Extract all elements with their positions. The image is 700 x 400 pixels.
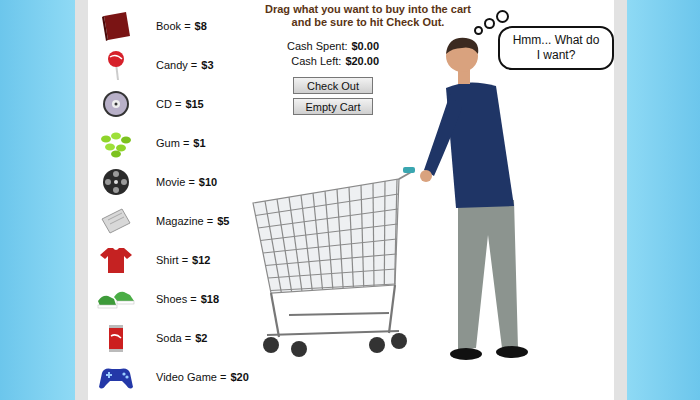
- item-price: $18: [201, 293, 219, 305]
- shopper-area: Hmm... What doI want?: [418, 30, 614, 400]
- cd-icon[interactable]: [96, 88, 136, 120]
- item-icon-box: [94, 127, 138, 159]
- item-icon-box: [94, 10, 138, 42]
- item-label: Gum =: [156, 137, 189, 149]
- cash-label: Cash Spent:: [287, 40, 348, 52]
- gum-icon[interactable]: [96, 127, 136, 159]
- item-price: $2: [195, 332, 207, 344]
- item-icon-box: [94, 283, 138, 315]
- item-label: Movie =: [156, 176, 195, 188]
- item-label: Video Game =: [156, 371, 226, 383]
- item-row[interactable]: Soda = $2: [94, 318, 248, 357]
- item-label: Shoes =: [156, 293, 197, 305]
- item-row[interactable]: Gum = $1: [94, 123, 248, 162]
- item-label: CD =: [156, 98, 181, 110]
- thought-bubble: Hmm... What doI want?: [496, 14, 612, 84]
- item-price: $15: [185, 98, 203, 110]
- bubble-dot: [496, 10, 509, 23]
- instructions: Drag what you want to buy into the carta…: [248, 0, 488, 30]
- item-list: Book = $8 Candy = $3 CD = $15 Gum = $1 Movie = $1…: [88, 0, 248, 400]
- item-row[interactable]: Book = $8: [94, 6, 248, 45]
- item-label: Soda =: [156, 332, 191, 344]
- bubble-box: Hmm... What doI want?: [498, 26, 614, 70]
- item-icon-box: [94, 88, 138, 120]
- item-row[interactable]: Video Game = $20: [94, 357, 248, 396]
- game-controller-icon[interactable]: [96, 361, 136, 393]
- item-price: $20: [230, 371, 248, 383]
- bubble-text: I want?: [504, 48, 608, 63]
- item-price: $10: [199, 176, 217, 188]
- instruction-line: Drag what you want to buy into the cart: [248, 3, 488, 16]
- shirt-icon[interactable]: [96, 244, 136, 276]
- instruction-line: and be sure to hit Check Out.: [248, 16, 488, 29]
- item-row[interactable]: Magazine = $5: [94, 201, 248, 240]
- item-label: Shirt =: [156, 254, 188, 266]
- item-price: $3: [201, 59, 213, 71]
- item-icon-box: [94, 49, 138, 81]
- item-row[interactable]: Shoes = $18: [94, 279, 248, 318]
- movie-reel-icon[interactable]: [96, 166, 136, 198]
- button-group: Check Out Empty Cart: [293, 77, 373, 115]
- shoes-icon[interactable]: [96, 283, 136, 315]
- item-price: $12: [192, 254, 210, 266]
- store-panel: Book = $8 Candy = $3 CD = $15 Gum = $1 Movie = $1…: [75, 0, 627, 400]
- item-label: Magazine =: [156, 215, 213, 227]
- cash-line: Cash Left: $20.00: [291, 55, 379, 67]
- item-icon-box: [94, 166, 138, 198]
- bubble-dot: [474, 26, 483, 35]
- item-label: Candy =: [156, 59, 197, 71]
- bubble-dot: [484, 18, 495, 29]
- item-icon-box: [94, 244, 138, 276]
- cash-label: Cash Left:: [291, 55, 341, 67]
- item-row[interactable]: Movie = $10: [94, 162, 248, 201]
- book-icon[interactable]: [96, 10, 136, 42]
- candy-icon[interactable]: [96, 49, 136, 81]
- action-button[interactable]: Empty Cart: [293, 98, 373, 115]
- cash-line: Cash Spent: $0.00: [287, 40, 379, 52]
- soda-can-icon[interactable]: [96, 322, 136, 354]
- cash-value: $20.00: [345, 55, 379, 67]
- checkout-area: Cash Spent: $0.00 Cash Left: $20.00 Check Ou…: [248, 30, 418, 400]
- cash-value: $0.00: [352, 40, 380, 52]
- item-row[interactable]: Shirt = $12: [94, 240, 248, 279]
- item-icon-box: [94, 361, 138, 393]
- item-price: $8: [195, 20, 207, 32]
- item-price: $5: [217, 215, 229, 227]
- item-icon-box: [94, 205, 138, 237]
- cash-summary: Cash Spent: $0.00 Cash Left: $20.00: [287, 40, 379, 67]
- item-row[interactable]: CD = $15: [94, 84, 248, 123]
- shopper-figure-icon: [418, 30, 548, 370]
- item-icon-box: [94, 322, 138, 354]
- action-button[interactable]: Check Out: [293, 77, 373, 94]
- bubble-text: Hmm... What do: [504, 33, 608, 48]
- item-price: $1: [193, 137, 205, 149]
- magazine-icon[interactable]: [96, 205, 136, 237]
- item-row[interactable]: Candy = $3: [94, 45, 248, 84]
- page: Book = $8 Candy = $3 CD = $15 Gum = $1 Movie = $1…: [0, 0, 700, 400]
- item-label: Book =: [156, 20, 191, 32]
- shopping-cart-icon[interactable]: [249, 165, 417, 360]
